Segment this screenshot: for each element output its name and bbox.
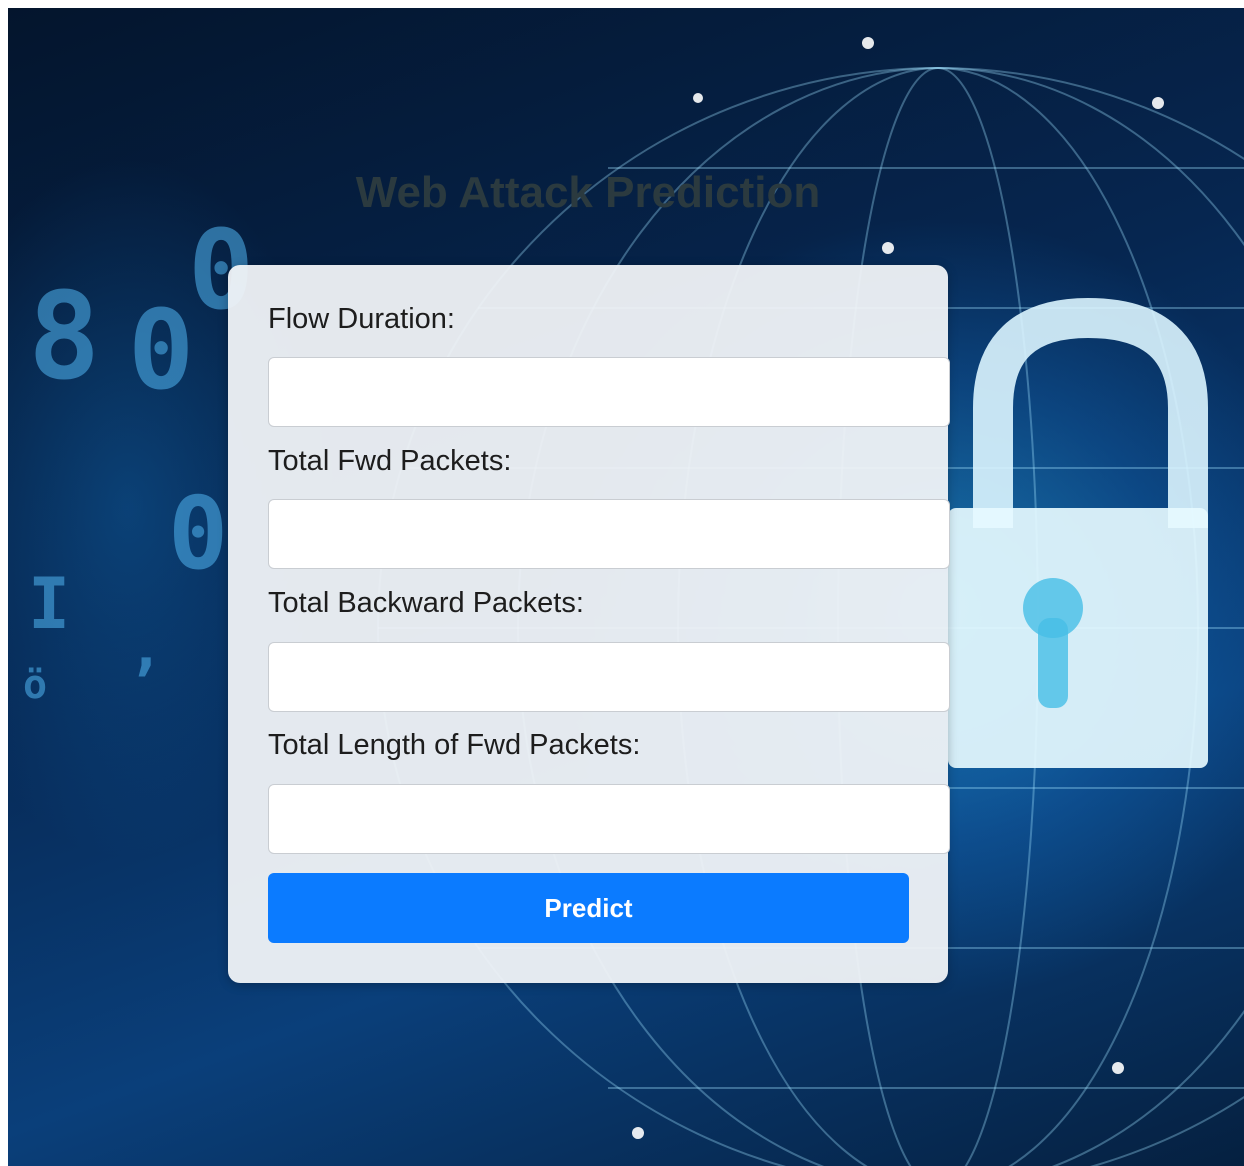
- total-length-fwd-packets-label: Total Length of Fwd Packets:: [268, 729, 641, 761]
- prediction-form: Flow Duration: Total Fwd Packets: Total …: [228, 265, 950, 983]
- page: 8 0 0 0 I ö , Web Attack Prediction Flow…: [0, 0, 1244, 1166]
- total-backward-packets-label: Total Backward Packets:: [268, 587, 584, 619]
- total-fwd-packets-label: Total Fwd Packets:: [268, 445, 512, 477]
- svg-text:0: 0: [128, 286, 194, 414]
- padlock-icon: [948, 297, 1208, 768]
- total-length-fwd-packets-input[interactable]: [268, 784, 950, 854]
- flow-duration-input[interactable]: [268, 357, 950, 427]
- svg-text:I: I: [28, 563, 70, 645]
- total-backward-packets-input[interactable]: [268, 642, 950, 712]
- predict-button[interactable]: Predict: [268, 873, 909, 943]
- svg-text:8: 8: [28, 268, 100, 407]
- svg-text:,: ,: [128, 613, 164, 683]
- page-title: Web Attack Prediction: [355, 168, 821, 217]
- svg-text:0: 0: [168, 475, 228, 592]
- svg-text:ö: ö: [23, 662, 47, 708]
- flow-duration-label: Flow Duration:: [268, 303, 455, 335]
- total-fwd-packets-input[interactable]: [268, 499, 950, 569]
